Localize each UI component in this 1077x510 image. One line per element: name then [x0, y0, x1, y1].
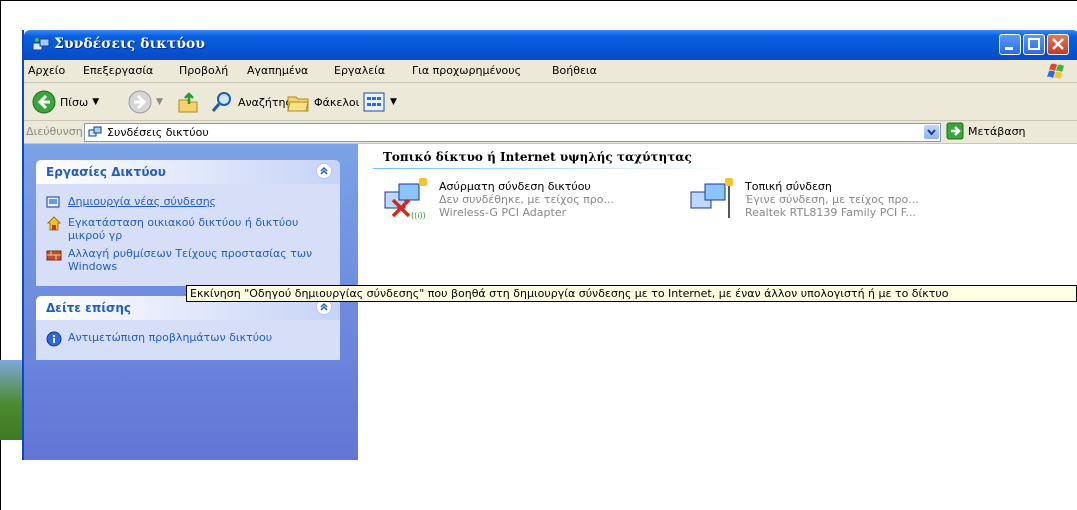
task-firewall-settings-label: Αλλαγή ρυθμίσεων Τείχους προστασίας των … [68, 247, 313, 273]
network-connections-icon [32, 38, 50, 51]
forward-arrow-icon [128, 90, 152, 114]
forward-dropdown-icon[interactable]: ▼ [156, 97, 163, 107]
see-also-title: Δείτε επίσης [46, 301, 132, 315]
views-button[interactable]: ▼ [362, 90, 397, 114]
task-troubleshoot-network-label: Αντιμετώπιση προβλημάτων δικτύου [68, 331, 273, 344]
toolbar: Πίσω ▼ ▼ Αναζήτηση Φάκελοι ▼ [24, 83, 1077, 121]
chevron-down-icon [927, 129, 936, 136]
close-icon [1052, 38, 1064, 50]
see-also-body: Αντιμετώπιση προβλημάτων δικτύου [36, 320, 340, 360]
network-tasks-header[interactable]: Εργασίες Δικτύου [36, 160, 340, 184]
go-label: Μετάβαση [968, 124, 1026, 138]
group-header: Τοπικό δίκτυο ή Internet υψηλής ταχύτητα… [383, 150, 692, 164]
up-folder-icon [178, 92, 198, 113]
up-folder-button[interactable] [176, 90, 200, 114]
svg-text:((ı)): ((ı)) [411, 211, 426, 220]
back-dropdown-icon[interactable]: ▼ [92, 97, 99, 107]
connection-name: Τοπική σύνδεση [745, 180, 832, 193]
address-dropdown-button[interactable] [924, 125, 939, 139]
wireless-disconnected-icon: ((ı)) [384, 178, 427, 220]
menu-help[interactable]: Βοήθεια [552, 64, 597, 77]
frame-top-border [0, 0, 1077, 1]
connection-item-wireless[interactable]: ((ı)) Ασύρματη σύνδεση δικτύου Δεν συνδέ… [383, 178, 673, 222]
task-home-network-setup[interactable]: Εγκατάσταση οικιακού δικτύου ή δικτύου μ… [46, 216, 330, 242]
connections-view: Τοπικό δίκτυο ή Internet υψηλής ταχύτητα… [359, 144, 1077, 460]
connection-name: Ασύρματη σύνδεση δικτύου [439, 180, 591, 193]
title-bar[interactable]: Συνδέσεις δικτύου [24, 30, 1077, 60]
search-icon [211, 92, 231, 112]
connection-device: Wireless-G PCI Adapter [439, 206, 567, 219]
network-tasks-title: Εργασίες Δικτύου [46, 165, 166, 179]
connection-status: Έγινε σύνδεση, με τείχος προ... [745, 193, 919, 206]
minimize-icon [1005, 47, 1013, 50]
back-label: Πίσω [60, 95, 89, 109]
task-create-connection-label: Δημιουργία νέας σύνδεσης [68, 195, 217, 208]
address-bar: Διεύθυνση Συνδέσεις δικτύου Μετάβαση [24, 121, 1077, 144]
lan-connected-icon [690, 178, 733, 218]
folders-button[interactable]: Φάκελοι [286, 90, 359, 114]
info-icon [46, 331, 62, 347]
menu-bar: Αρχείο Επεξεργασία Προβολή Αγαπημένα Εργ… [24, 60, 1077, 83]
address-label: Διεύθυνση [26, 125, 83, 138]
window-title: Συνδέσεις δικτύου [54, 36, 205, 52]
maximize-button[interactable] [1023, 34, 1045, 55]
go-button[interactable]: Μετάβαση [946, 122, 1026, 140]
menu-favorites[interactable]: Αγαπημένα [247, 64, 308, 77]
connection-item-lan[interactable]: Τοπική σύνδεση Έγινε σύνδεση, με τείχος … [689, 178, 979, 222]
connection-status: Δεν συνδέθηκε, με τείχος προ... [439, 193, 614, 206]
group-divider [373, 168, 733, 169]
maximize-icon [1028, 38, 1040, 50]
network-tasks-body: Δημιουργία νέας σύνδεσης Εγκατάσταση οικ… [36, 184, 340, 286]
desktop-background [0, 360, 24, 440]
forward-button[interactable]: ▼ [128, 90, 163, 114]
views-dropdown-icon[interactable]: ▼ [390, 97, 397, 107]
menu-advanced[interactable]: Για προχωρημένους [412, 64, 521, 77]
network-setup-icon [46, 216, 62, 231]
menu-tools[interactable]: Εργαλεία [334, 64, 385, 77]
menu-edit[interactable]: Επεξεργασία [83, 64, 153, 77]
new-connection-icon [46, 196, 60, 208]
explorer-window: Συνδέσεις δικτύου Αρχείο Επεξεργασία Προ… [22, 30, 1077, 460]
close-button[interactable] [1047, 34, 1069, 55]
back-button[interactable]: Πίσω ▼ [32, 90, 99, 114]
go-arrow-icon [946, 122, 964, 140]
back-arrow-icon [32, 90, 56, 114]
folders-label: Φάκελοι [314, 95, 360, 109]
task-tooltip: Εκκίνηση "Οδηγού δημιουργίας σύνδεσης" π… [186, 285, 1077, 302]
menu-file[interactable]: Αρχείο [28, 64, 65, 77]
folders-icon [287, 96, 309, 112]
minimize-button[interactable] [999, 34, 1021, 55]
task-pane: Εργασίες Δικτύου Δημιουργία νέας σύνδεση… [24, 144, 358, 460]
windows-logo-icon [1047, 63, 1064, 79]
collapse-chevron-icon[interactable] [316, 163, 332, 179]
network-tasks-panel: Εργασίες Δικτύου Δημιουργία νέας σύνδεση… [36, 160, 340, 286]
connection-device: Realtek RTL8139 Family PCI F... [745, 206, 916, 219]
firewall-icon [46, 250, 62, 261]
network-connections-icon [88, 126, 102, 137]
address-input[interactable]: Συνδέσεις δικτύου [84, 123, 941, 142]
views-icon [363, 92, 385, 112]
see-also-panel: Δείτε επίσης Αντιμετώπιση προβλημάτων δι… [36, 296, 340, 360]
task-firewall-settings[interactable]: Αλλαγή ρυθμίσεων Τείχους προστασίας των … [46, 247, 330, 273]
task-create-connection[interactable]: Δημιουργία νέας σύνδεσης [46, 195, 330, 211]
task-home-network-setup-label: Εγκατάσταση οικιακού δικτύου ή δικτύου μ… [68, 216, 299, 242]
task-troubleshoot-network[interactable]: Αντιμετώπιση προβλημάτων δικτύου [46, 331, 330, 347]
menu-view[interactable]: Προβολή [179, 64, 228, 77]
address-value: Συνδέσεις δικτύου [107, 126, 209, 139]
